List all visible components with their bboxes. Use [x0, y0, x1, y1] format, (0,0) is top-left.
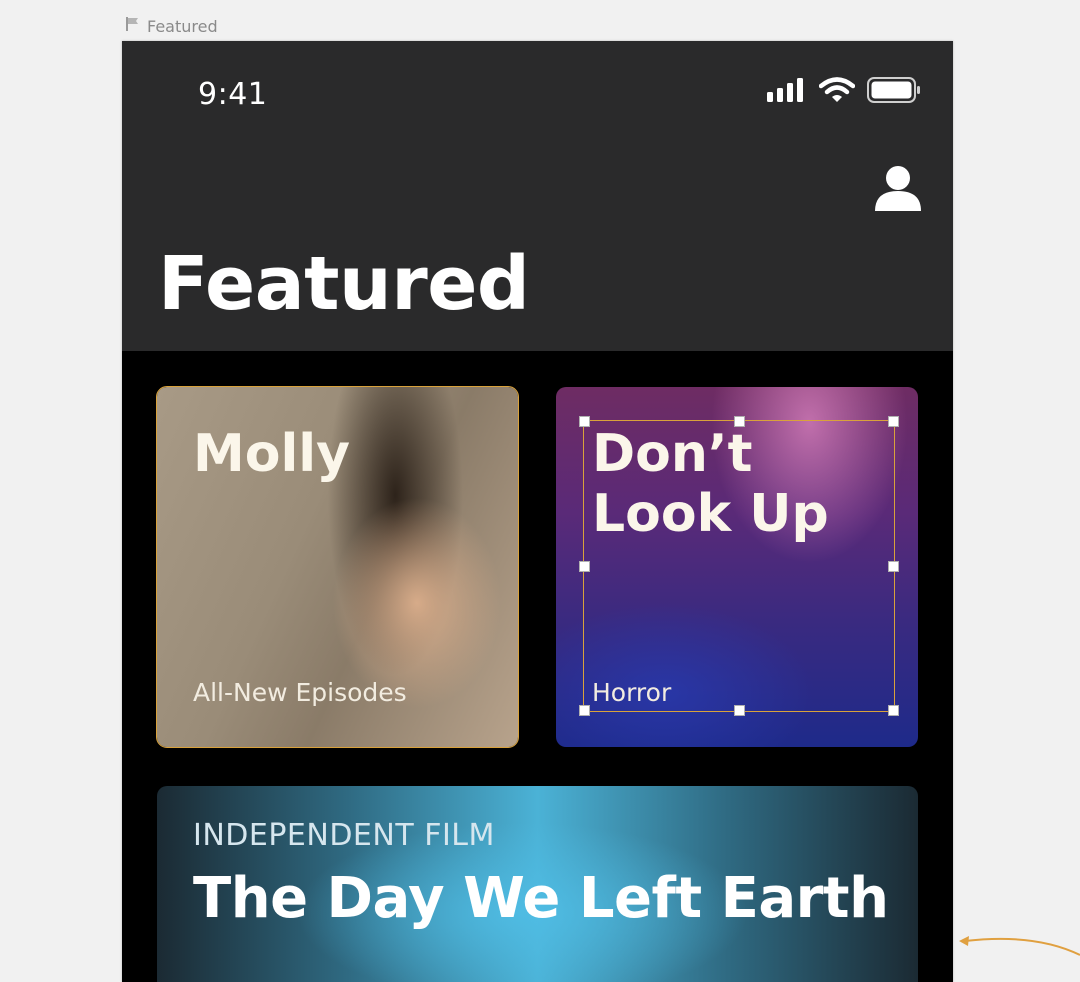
phone-frame: 9:41 Featured Molly All-New Episodes Don…	[122, 41, 953, 982]
navigation-bar: 9:41 Featured	[122, 41, 953, 351]
card-subtitle: Horror	[592, 678, 672, 707]
artboard-name: Featured	[147, 16, 218, 36]
signal-icon	[767, 78, 807, 106]
artboard-label[interactable]: Featured	[125, 15, 218, 37]
card-category: INDEPENDENT FILM	[193, 818, 495, 853]
card-title: Molly	[193, 424, 351, 484]
card-title: The Day We Left Earth	[193, 866, 889, 931]
page-title: Featured	[158, 241, 530, 327]
status-icons	[767, 77, 921, 107]
wifi-icon	[818, 77, 856, 107]
card-subtitle: All-New Episodes	[193, 678, 407, 707]
flag-icon	[125, 16, 141, 36]
featured-card-the-day-we-left-earth[interactable]: INDEPENDENT FILM The Day We Left Earth	[157, 786, 918, 982]
card-title: Don’t Look Up	[592, 424, 829, 544]
battery-icon	[867, 77, 921, 107]
prototype-link-arrow[interactable]	[955, 925, 1080, 965]
profile-icon[interactable]	[873, 163, 923, 213]
featured-card-molly[interactable]: Molly All-New Episodes	[156, 386, 519, 748]
featured-card-dont-look-up[interactable]: Don’t Look Up Horror	[556, 387, 918, 747]
status-time: 9:41	[198, 77, 268, 112]
